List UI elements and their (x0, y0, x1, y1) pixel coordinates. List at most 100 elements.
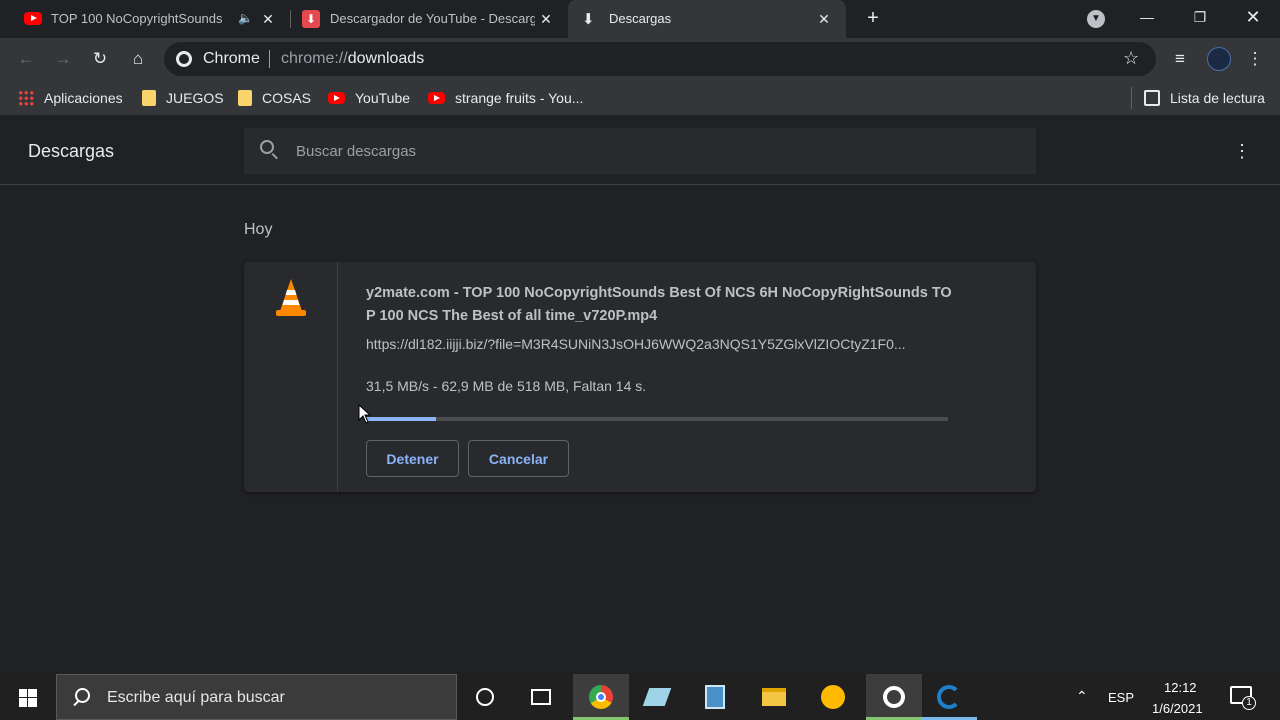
taskbar-search[interactable]: Escribe aquí para buscar (56, 674, 457, 720)
taskbar-search-placeholder: Escribe aquí para buscar (107, 689, 285, 706)
bookmark-label: COSAS (262, 90, 312, 106)
window-close-icon[interactable]: ✕ (1230, 0, 1276, 34)
windows-icon (19, 689, 37, 707)
reading-list-icon (1144, 90, 1160, 106)
uplay-icon (883, 686, 905, 708)
tray-expand-icon[interactable]: ⌃ (1076, 688, 1088, 705)
chrome-menu-icon[interactable]: ⋮ (1244, 48, 1266, 70)
bookmark-label: Aplicaciones (44, 90, 123, 106)
vlc-cone-icon[interactable] (274, 279, 308, 317)
close-icon[interactable]: ✕ (260, 11, 276, 27)
folder-icon (238, 90, 252, 106)
download-site-icon: ⬇ (302, 10, 320, 28)
media-control-icon[interactable]: ≡ (1169, 48, 1191, 70)
cancel-button[interactable]: Cancelar (468, 440, 569, 477)
download-status: 31,5 MB/s - 62,9 MB de 518 MB, Faltan 14… (366, 378, 647, 394)
back-icon[interactable]: ← (15, 48, 37, 70)
speaker-icon[interactable]: 🔈 (238, 11, 253, 25)
input-language[interactable]: ESP (1108, 690, 1134, 705)
search-input[interactable] (296, 140, 996, 162)
omnibox[interactable]: Chrome chrome://downloads ☆ (164, 42, 1156, 76)
taskbar-uplay[interactable] (866, 674, 922, 720)
clock-time[interactable]: 12:12 (1164, 680, 1197, 695)
tab-descargador[interactable]: ⬇ Descargador de YouTube - Descarg ✕ (292, 0, 568, 38)
tab-youtube[interactable]: TOP 100 NoCopyrightSounds 🔈 ✕ (14, 0, 290, 38)
close-icon[interactable]: ✕ (816, 11, 832, 27)
home-icon[interactable]: ⌂ (127, 48, 149, 70)
search-icon (260, 140, 278, 160)
forward-icon[interactable]: → (52, 48, 74, 70)
reload-icon[interactable]: ↻ (89, 48, 111, 70)
new-tab-icon[interactable]: + (862, 7, 884, 29)
apps-grid-icon (18, 90, 34, 106)
taskbar-file-explorer[interactable] (746, 674, 802, 720)
bookmark-juegos[interactable]: JUEGOS (142, 89, 224, 107)
download-item: y2mate.com - TOP 100 NoCopyrightSounds B… (244, 262, 1036, 492)
cortana-button[interactable] (457, 674, 513, 720)
task-view-button[interactable] (513, 674, 569, 720)
tab-title: Descargas (609, 11, 672, 26)
notification-count: 1 (1242, 696, 1256, 710)
youtube-icon (24, 12, 42, 25)
bookmark-cosas[interactable]: COSAS (238, 89, 311, 107)
bookmark-label: JUEGOS (166, 90, 224, 106)
bookmark-strange-fruits[interactable]: strange fruits - You... (428, 89, 583, 107)
taskbar-chrome[interactable] (573, 674, 629, 720)
restore-icon[interactable]: ❐ (1177, 0, 1223, 34)
bookmark-youtube[interactable]: YouTube (328, 89, 410, 107)
omnibox-divider (269, 50, 270, 68)
file-name: y2mate.com - TOP 100 NoCopyrightSounds B… (366, 285, 952, 324)
avatar[interactable] (1207, 47, 1231, 71)
bookmarks-bar: Aplicaciones JUEGOS COSAS YouTube strang… (0, 80, 1280, 116)
notifications-icon[interactable]: 1 (1230, 686, 1256, 710)
close-icon[interactable]: ✕ (538, 11, 554, 27)
youtube-icon (428, 92, 445, 104)
url-scheme: chrome:// (281, 50, 348, 67)
taskbar-app-notes[interactable] (629, 674, 685, 720)
file-icon-column (244, 262, 338, 492)
chrome-icon (589, 685, 613, 709)
reading-list-label: Lista de lectura (1170, 90, 1265, 106)
clock-date[interactable]: 1/6/2021 (1152, 701, 1203, 716)
tab-strip: TOP 100 NoCopyrightSounds 🔈 ✕ ⬇ Descarga… (0, 0, 1280, 38)
chrome-icon (176, 51, 192, 67)
taskbar-weather[interactable] (805, 674, 861, 720)
url-path: downloads (347, 50, 425, 67)
youtube-icon (328, 92, 345, 104)
search-box[interactable] (244, 128, 1036, 174)
edge-icon (937, 685, 961, 709)
bookmarks-divider (1131, 87, 1132, 109)
url-text: chrome://downloads (281, 50, 424, 68)
progress-fill (366, 417, 437, 421)
toolbar: ← → ↻ ⌂ Chrome chrome://downloads ☆ ≡ ⋮ (0, 38, 1280, 80)
pause-button[interactable]: Detener (366, 440, 459, 477)
start-button[interactable] (0, 674, 56, 720)
page-title: Descargas (28, 141, 115, 161)
minimize-icon[interactable]: — (1124, 0, 1170, 34)
tab-title: TOP 100 NoCopyrightSounds (51, 11, 223, 26)
tab-separator (290, 10, 291, 28)
bookmark-label: strange fruits - You... (455, 90, 584, 106)
folder-icon (142, 90, 156, 106)
tab-title: Descargador de YouTube - Descarg (330, 11, 535, 26)
taskbar-edge[interactable] (921, 674, 977, 720)
downloads-header: Descargas ⋮ (0, 117, 1280, 185)
date-group-label: Hoy (244, 221, 273, 238)
folder-icon (762, 688, 786, 706)
search-icon (73, 688, 90, 707)
bookmark-star-icon[interactable]: ☆ (1123, 48, 1139, 69)
file-url-link[interactable]: https://dl182.iijji.biz/?file=M3R4SUNiN3… (366, 336, 946, 352)
tab-descargas[interactable]: ⬇ Descargas ✕ (568, 0, 846, 38)
bookmark-apps[interactable]: Aplicaciones (18, 89, 123, 107)
calculator-icon (705, 685, 725, 709)
weather-icon (821, 685, 845, 709)
bookmark-label: YouTube (355, 90, 411, 106)
task-view-icon (531, 689, 551, 705)
cortana-icon (476, 688, 494, 706)
more-actions-icon[interactable]: ⋮ (1232, 141, 1252, 161)
site-label: Chrome (203, 50, 260, 67)
download-icon: ⬇ (582, 11, 595, 28)
tab-search-icon[interactable]: ▼ (1087, 10, 1105, 28)
taskbar-calculator[interactable] (687, 674, 743, 720)
reading-list-button[interactable]: Lista de lectura (1144, 89, 1265, 107)
